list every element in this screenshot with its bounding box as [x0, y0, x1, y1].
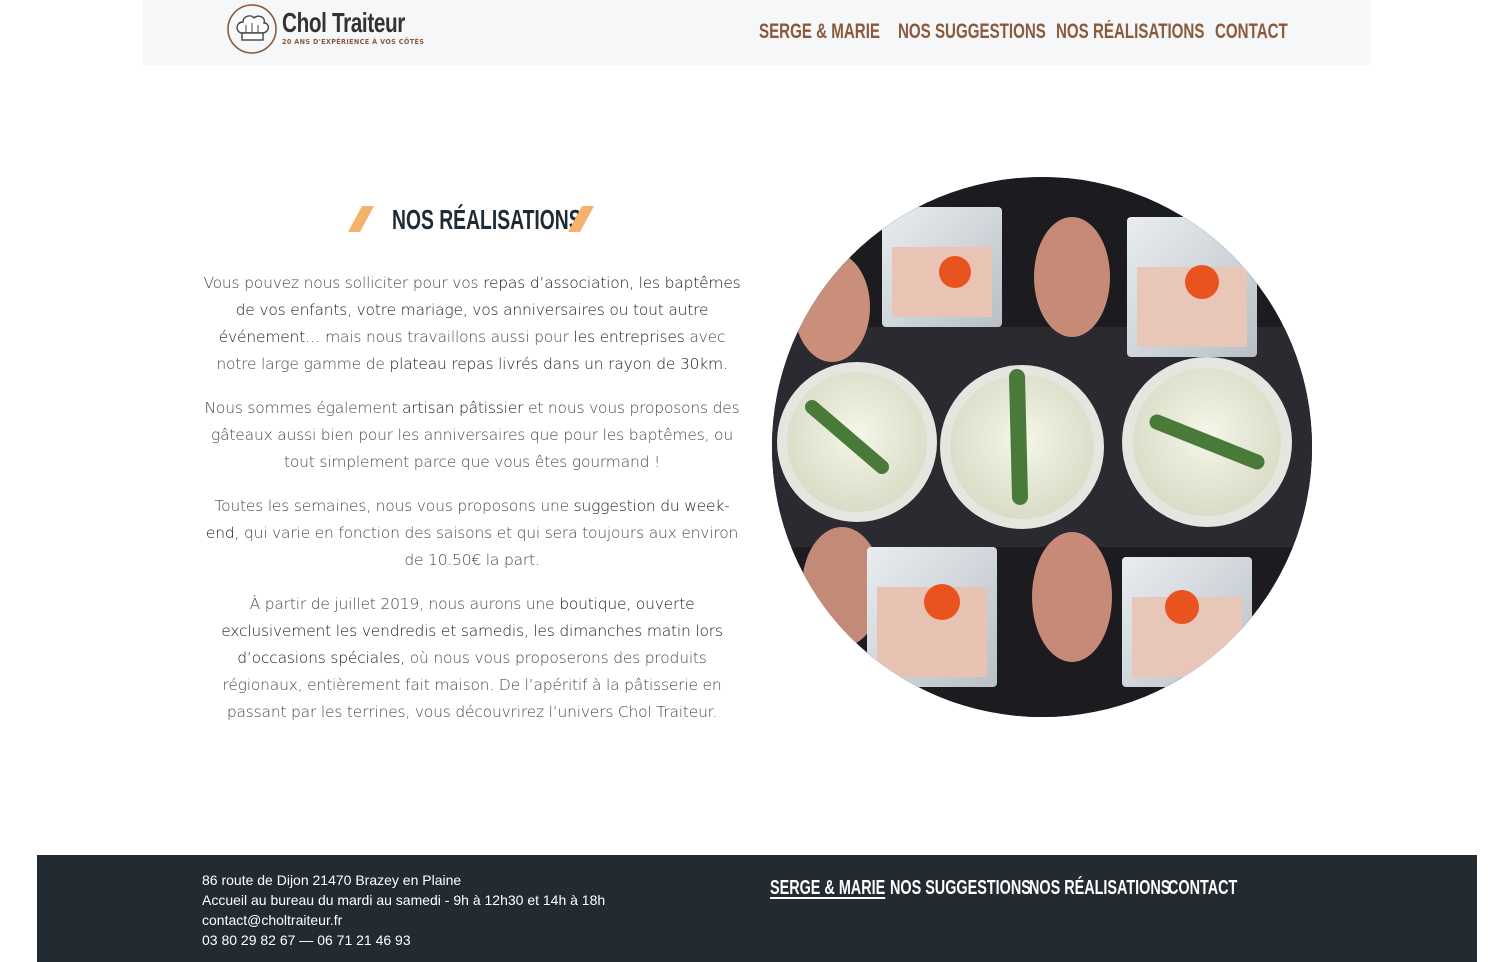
paragraph-shop: À partir de juillet 2019, nous aurons un… — [201, 591, 743, 726]
nav-link-contact[interactable]: CONTACT — [1215, 20, 1288, 44]
chef-hat-logo-icon — [227, 4, 277, 54]
highlight-text: plateau repas livrés dans un rayon de 30… — [389, 355, 728, 373]
brand-name: Chol Traiteur — [282, 7, 405, 38]
paragraph-pastry: Nous sommes également artisan pâtissier … — [201, 395, 743, 476]
title-slash-icon — [348, 206, 374, 232]
footer-nav-link-nos-realisations[interactable]: NOS RÉALISATIONS — [1029, 877, 1170, 900]
body-text: À partir de juillet 2019, nous aurons un… — [249, 595, 560, 613]
footer-nav-link-serge-marie[interactable]: SERGE & MARIE — [770, 877, 885, 900]
site-footer: 86 route de Dijon 21470 Brazey en Plaine… — [37, 855, 1477, 962]
body-text: Vous pouvez nous solliciter pour vos — [203, 274, 484, 292]
footer-nav-link-contact[interactable]: CONTACT — [1168, 877, 1237, 900]
page-title: NOS RÉALISATIONS — [392, 204, 582, 235]
nav-link-nos-realisations[interactable]: NOS RÉALISATIONS — [1056, 20, 1204, 44]
body-text: Toutes les semaines, nous vous proposons… — [214, 497, 574, 515]
body-text: Nous sommes également — [204, 399, 402, 417]
site-logo[interactable]: Chol Traiteur 20 ANS D'EXPÉRIENCE À VOS … — [226, 3, 448, 55]
paragraph-weekend-suggestion: Toutes les semaines, nous vous proposons… — [201, 493, 743, 574]
food-photo — [772, 177, 1312, 717]
footer-hours: Accueil au bureau du mardi au samedi - 9… — [202, 892, 606, 908]
title-slash-icon — [568, 206, 594, 232]
section-heading: NOS RÉALISATIONS — [344, 202, 604, 236]
intro-text: Vous pouvez nous solliciter pour vos rep… — [201, 270, 743, 743]
paragraph-events: Vous pouvez nous solliciter pour vos rep… — [201, 270, 743, 378]
brand-tagline: 20 ANS D'EXPÉRIENCE À VOS CÔTÉS — [282, 38, 425, 46]
footer-nav-link-nos-suggestions[interactable]: NOS SUGGESTIONS — [890, 877, 1031, 900]
nav-link-serge-marie[interactable]: SERGE & MARIE — [759, 20, 880, 44]
highlight-text: les entreprises — [573, 328, 685, 346]
footer-phones: 03 80 29 82 67 — 06 71 21 46 93 — [202, 932, 411, 948]
food-photo-illustration — [772, 177, 1312, 717]
footer-email[interactable]: contact@choltraiteur.fr — [202, 910, 605, 930]
body-text: qui varie en fonction des saisons et qui… — [239, 524, 739, 569]
footer-address: 86 route de Dijon 21470 Brazey en Plaine — [202, 872, 462, 888]
footer-contact-info: 86 route de Dijon 21470 Brazey en Plaine… — [202, 870, 605, 950]
body-text: mais nous travaillons aussi pour — [320, 328, 574, 346]
nav-link-nos-suggestions[interactable]: NOS SUGGESTIONS — [898, 20, 1046, 44]
site-header: Chol Traiteur 20 ANS D'EXPÉRIENCE À VOS … — [143, 0, 1371, 65]
highlight-text: artisan pâtissier — [401, 399, 524, 417]
